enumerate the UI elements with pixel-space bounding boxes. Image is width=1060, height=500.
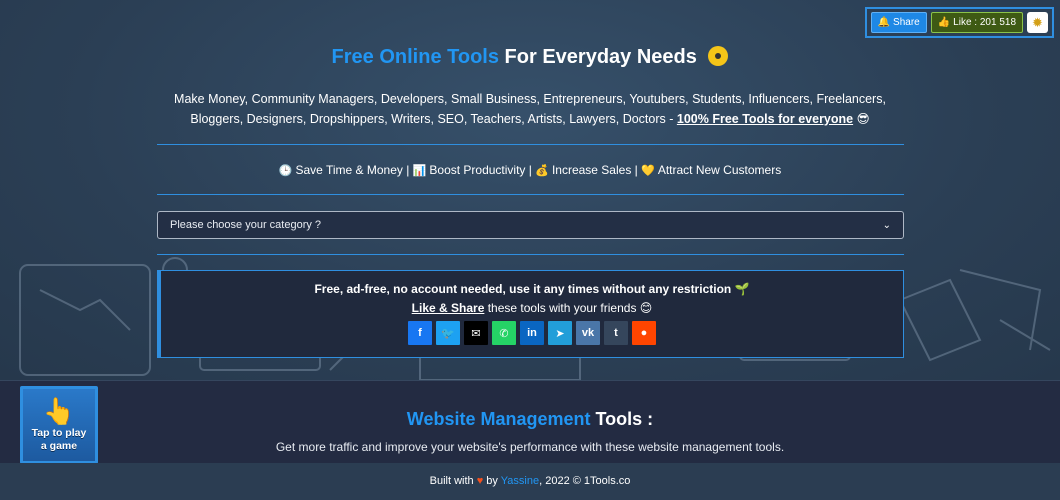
email-share-button[interactable]: ✉ [464,321,488,345]
author-link[interactable]: Yassine [501,475,539,487]
title-highlight: Free Online Tools [331,46,499,68]
footer-copyright: , 2022 © 1Tools.co [539,475,631,487]
header-actions: 🔔 Share 👍 Like : 201 518 ✹ [864,7,1054,38]
facebook-share-button[interactable]: f [408,321,432,345]
section-title: Website Management Tools : [0,409,1060,430]
heart-icon: 💛 [641,165,655,177]
subtitle-line-2: Bloggers, Designers, Dropshippers, Write… [190,112,677,126]
footer-built-with: Built with [429,475,474,487]
benefit-productivity: Boost Productivity [429,163,526,177]
subtitle-line-1: Make Money, Community Managers, Develope… [174,92,886,106]
panel-subline: Like & Share these tools with your frien… [161,301,903,315]
disc-icon [708,46,729,66]
smile-icon: 😊 [639,301,653,315]
panel-line-1: Free, ad-free, no account needed, use it… [314,282,732,296]
email-icon: ✉ [471,327,481,340]
panel-line-2: these tools with your friends [484,301,637,315]
heart-icon: ♥ [476,475,484,487]
chevron-down-icon: ⌄ [882,219,891,231]
divider-bottom [157,254,904,255]
like-share-link[interactable]: Like & Share [412,301,485,315]
free-tools-link[interactable]: 100% Free Tools for everyone [677,112,853,126]
hero-subtitle: Make Money, Community Managers, Develope… [150,89,910,129]
vk-icon: vk [581,327,595,339]
clock-icon: 🕒 [278,165,293,177]
chart-icon: 📊 [412,165,427,177]
telegram-icon: ➤ [555,327,565,340]
title-rest: For Everyday Needs [504,46,697,68]
footer-by: by [486,475,498,487]
linkedin-share-button[interactable]: in [520,321,544,345]
tumblr-share-button[interactable]: t [604,321,628,345]
thumbs-up-icon: 👍 [937,17,951,28]
share-panel: Free, ad-free, no account needed, use it… [157,270,904,358]
bell-icon: 🔔 [877,17,891,28]
like-button[interactable]: 👍 Like : 201 518 [930,12,1023,33]
linkedin-icon: in [527,327,537,339]
social-buttons: f 🐦 ✉ ✆ in ➤ vk t ● [161,321,903,345]
category-select[interactable]: Please choose your category ? ⌄ [157,211,904,239]
page-title: Free Online Tools For Everyday Needs [0,46,1060,69]
sun-icon: ✹ [1032,14,1043,30]
category-select-value: Please choose your category ? [170,219,322,231]
share-button[interactable]: 🔔 Share [870,12,927,33]
like-count: Like : 201 518 [953,17,1016,28]
money-bag-icon: 💰 [535,165,549,177]
telegram-share-button[interactable]: ➤ [548,321,572,345]
reddit-share-button[interactable]: ● [632,321,656,345]
share-label: Share [893,17,920,28]
reddit-icon: ● [640,327,648,339]
facebook-icon: f [418,327,422,339]
divider-middle [157,194,904,195]
whatsapp-icon: ✆ [499,327,509,340]
benefit-customers: Attract New Customers [657,163,782,177]
section-title-highlight: Website Management [406,409,591,429]
benefits-bar: 🕒 Save Time & Money | 📊 Boost Productivity… [278,163,782,177]
divider-top [157,144,904,145]
benefit-sales: Increase Sales [551,163,632,177]
sunglasses-icon: 😎 [856,112,870,126]
section-title-rest: Tools : [590,409,654,429]
benefit-save-time: Save Time & Money [295,163,403,177]
vk-share-button[interactable]: vk [576,321,600,345]
panel-headline: Free, ad-free, no account needed, use it… [161,282,903,296]
tumblr-icon: t [614,327,618,339]
theme-toggle-button[interactable]: ✹ [1027,12,1048,33]
footer: Built with ♥ by Yassine, 2022 © 1Tools.c… [0,463,1060,500]
sprout-icon: 🌱 [734,282,750,296]
section-subtitle: Get more traffic and improve your websit… [275,440,785,454]
twitter-icon: 🐦 [441,327,455,340]
twitter-share-button[interactable]: 🐦 [436,321,460,345]
whatsapp-share-button[interactable]: ✆ [492,321,516,345]
